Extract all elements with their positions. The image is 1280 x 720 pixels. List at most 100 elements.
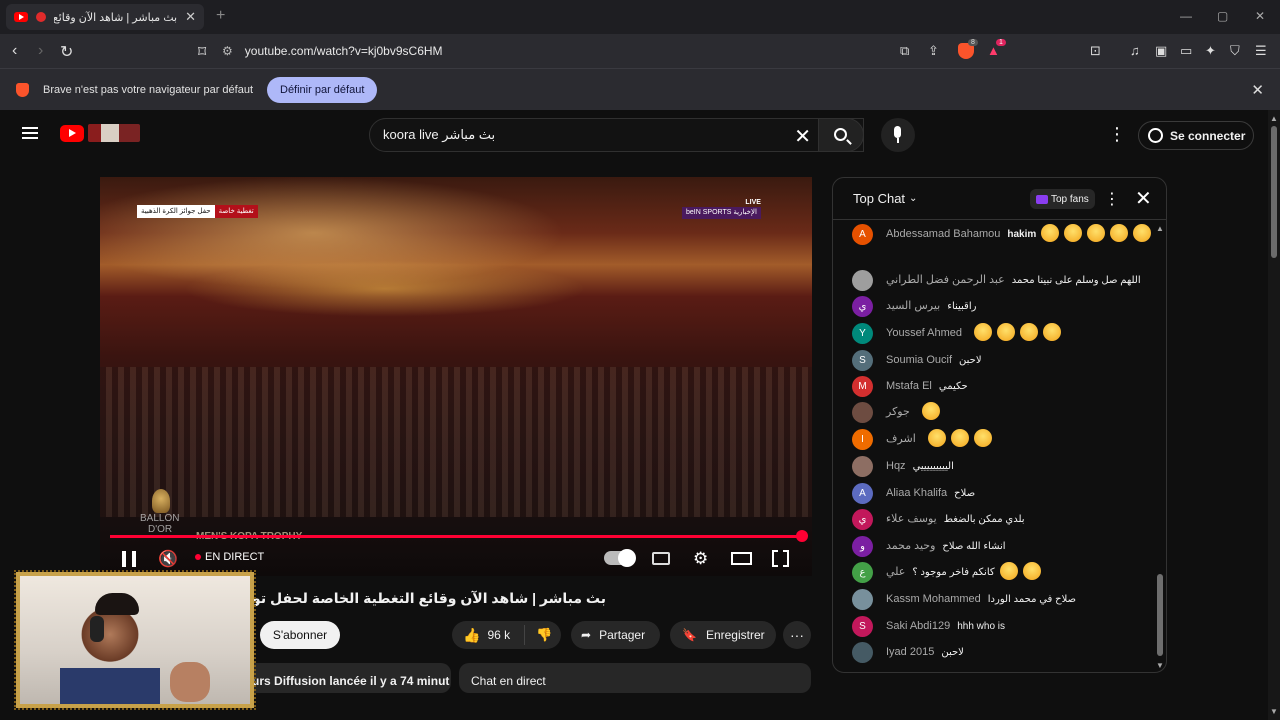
scroll-down-icon[interactable]: ▼ (1270, 707, 1278, 716)
chat-close-icon[interactable]: ✕ (1135, 186, 1152, 211)
vpn-icon[interactable]: ⛉ (1230, 43, 1240, 59)
avatar[interactable]: ي (852, 296, 873, 317)
media-icon[interactable]: ♫ (1130, 43, 1140, 58)
chat-message[interactable]: ي يوسف علاء بلدي ممكن بالضغط (852, 509, 1025, 530)
set-default-button[interactable]: Définir par défaut (267, 77, 378, 103)
like-button[interactable]: 👍 96 k (452, 625, 525, 645)
pause-icon[interactable] (122, 551, 136, 567)
clear-search-icon[interactable]: ✕ (794, 124, 811, 149)
url-field[interactable]: ⚙ youtube.com/watch?v=kj0bv9sC6HM (222, 39, 1012, 63)
bookmark-icon[interactable]: ⌑ (198, 42, 206, 62)
new-tab-button[interactable]: + (216, 7, 225, 25)
avatar[interactable] (852, 270, 873, 291)
reload-icon[interactable]: ↻ (60, 42, 73, 62)
avatar[interactable]: S (852, 350, 873, 371)
chat-author[interactable]: عبد الرحمن فضل الطراني (886, 270, 1005, 291)
chat-author[interactable]: Youssef Ahmed (886, 323, 962, 344)
chat-message[interactable]: M Mstafa El حكيمي (852, 376, 968, 397)
youtube-doodle[interactable] (88, 124, 140, 142)
chat-scroll-down-icon[interactable]: ▼ (1156, 661, 1164, 670)
fullscreen-icon[interactable] (772, 549, 789, 568)
chat-message[interactable]: A Aliaa Khalifa صلاح (852, 483, 975, 504)
chat-author[interactable]: Kassm Mohammed (886, 589, 981, 610)
screenshot-icon[interactable]: ⊡ (1090, 43, 1101, 59)
infobar-close-icon[interactable]: ✕ (1251, 81, 1264, 99)
chat-author[interactable]: وحيد محمد (886, 536, 935, 557)
chat-scroll-up-icon[interactable]: ▲ (1156, 224, 1164, 233)
subtitles-icon[interactable] (652, 552, 670, 565)
chat-mode-selector[interactable]: Top Chat ⌄ (853, 191, 917, 206)
gear-icon[interactable]: ⚙ (693, 550, 708, 567)
chat-message[interactable]: ي بيرس السيد راقبيناء (852, 296, 976, 317)
avatar[interactable]: A (852, 224, 873, 245)
avatar[interactable]: ي (852, 509, 873, 530)
sign-in-button[interactable]: Se connecter (1138, 121, 1254, 150)
minimize-button[interactable]: — (1180, 9, 1192, 23)
chat-author[interactable]: علي (886, 562, 905, 583)
avatar[interactable]: و (852, 536, 873, 557)
voice-search-icon[interactable] (881, 118, 915, 152)
chat-author[interactable]: بيرس السيد (886, 296, 940, 317)
share-button[interactable]: ➦ Partager (571, 621, 660, 649)
chat-message-list[interactable]: A Abdessamad Bahamou hakim عبد الرحمن فضل ا… (833, 224, 1155, 670)
avatar[interactable]: I (852, 429, 873, 450)
chat-author[interactable]: Soumia Oucif (886, 350, 952, 371)
cast-icon[interactable]: ⧉ (900, 43, 909, 59)
chat-author[interactable]: Hqz (886, 456, 906, 477)
leo-ai-icon[interactable]: ✦ (1205, 43, 1216, 59)
top-fans-button[interactable]: Top fans (1030, 189, 1095, 209)
avatar[interactable] (852, 589, 873, 610)
chat-message[interactable]: عبد الرحمن فضل الطراني اللهم صل وسلم على … (852, 270, 1141, 291)
video-player[interactable]: حفل جوائز الكرة الذهبية تغطية خاصة LIVE … (100, 177, 812, 576)
save-button[interactable]: 🔖 Enregistrer (670, 621, 776, 649)
menu-icon[interactable]: ☰ (1255, 43, 1267, 59)
chat-message[interactable]: A Abdessamad Bahamou hakim (852, 224, 1152, 245)
settings-more-icon[interactable]: ⋮ (1108, 124, 1126, 145)
chat-author[interactable]: جوكر (886, 402, 910, 423)
live-indicator[interactable]: EN DIRECT (195, 551, 264, 563)
chat-more-icon[interactable]: ⋮ (1104, 189, 1120, 209)
back-icon[interactable]: ‹ (12, 42, 17, 60)
chat-author[interactable]: Saki Abdi129 (886, 616, 950, 637)
chat-message[interactable]: Y Youssef Ahmed (852, 323, 1062, 344)
chat-live-toggle[interactable]: Chat en direct (459, 663, 811, 693)
sidebar-icon[interactable]: ▣ (1155, 43, 1167, 59)
mute-icon[interactable]: 🔇 (158, 549, 178, 569)
chat-message[interactable]: و وحيد محمد انشاء الله صلاح (852, 536, 1006, 557)
chat-message[interactable]: Hqz اليييييييييي (852, 456, 954, 477)
thumbs-down-icon[interactable]: 👎 (525, 627, 552, 643)
avatar[interactable] (852, 402, 873, 423)
live-progress-bar[interactable] (110, 530, 808, 542)
tab-close-icon[interactable]: ✕ (185, 9, 196, 25)
close-window-button[interactable]: ✕ (1255, 9, 1265, 23)
chat-message[interactable]: I اشرف (852, 429, 992, 450)
progress-scrubber[interactable] (796, 530, 808, 542)
scroll-up-icon[interactable]: ▲ (1270, 114, 1278, 123)
avatar[interactable] (852, 642, 873, 663)
wallet-icon[interactable]: ▭ (1180, 43, 1192, 59)
chat-author[interactable]: يوسف علاء (886, 509, 937, 530)
site-settings-icon[interactable]: ⚙ (222, 44, 233, 58)
avatar[interactable] (852, 456, 873, 477)
chat-message[interactable]: Kassm Mohammed صلاح في محمد الوردا (852, 589, 1076, 610)
avatar[interactable]: S (852, 616, 873, 637)
avatar[interactable]: Y (852, 323, 873, 344)
theater-mode-icon[interactable] (731, 552, 752, 565)
youtube-logo-icon[interactable] (60, 125, 84, 142)
chat-author[interactable]: Aliaa Khalifa (886, 483, 947, 504)
chat-message[interactable]: S Saki Abdi129 hhh who is (852, 616, 1005, 637)
autoplay-toggle[interactable] (604, 549, 636, 567)
avatar[interactable]: M (852, 376, 873, 397)
page-scrollbar-thumb[interactable] (1271, 126, 1277, 258)
chat-author[interactable]: Abdessamad Bahamou (886, 224, 1000, 245)
browser-tab[interactable]: بث مباشر | شاهد الآن وقائع التغ ✕ (6, 4, 204, 30)
chat-scrollbar-thumb[interactable] (1157, 574, 1163, 656)
avatar[interactable]: A (852, 483, 873, 504)
page-scrollbar[interactable]: ▲ ▼ (1268, 110, 1280, 720)
description-box[interactable]: urs Diffusion lancée il y a 74 minut (240, 663, 451, 693)
chat-scrollbar[interactable]: ▲ ▼ (1155, 224, 1165, 670)
chat-author[interactable]: Mstafa El (886, 376, 932, 397)
chat-message[interactable]: Iyad 2015 لاحبن (852, 642, 964, 663)
avatar[interactable]: ع (852, 562, 873, 583)
chat-author[interactable]: Iyad 2015 (886, 642, 934, 663)
